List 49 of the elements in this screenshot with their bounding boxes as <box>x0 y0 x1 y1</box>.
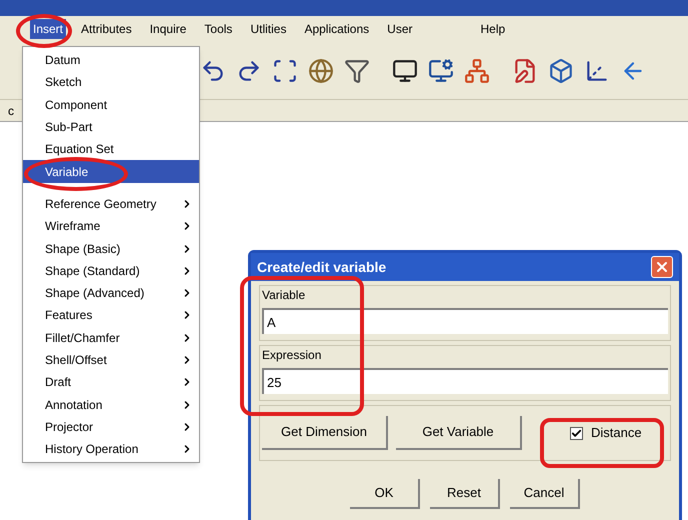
dialog-button[interactable]: Reset <box>430 479 500 509</box>
highlight-ring <box>16 14 72 48</box>
action-button[interactable]: Get Dimension <box>262 416 388 450</box>
menu-entry[interactable]: Shell/Offset <box>23 348 199 372</box>
field-label: Expression <box>262 347 322 364</box>
menu-entry[interactable]: Datum <box>23 49 199 72</box>
menu-entry[interactable]: History Operation <box>23 438 199 460</box>
action-button[interactable]: Get Variable <box>396 416 522 450</box>
menu-entry[interactable]: Reference Geometry <box>23 192 199 216</box>
check-icon <box>571 428 582 438</box>
menu-item[interactable]: Inquire <box>146 19 190 39</box>
menu-item[interactable]: Insert <box>30 19 66 39</box>
menu-item[interactable]: Help <box>478 19 508 39</box>
menu-entry[interactable]: Shape (Standard) <box>23 260 199 282</box>
monitor-icon[interactable] <box>428 58 454 84</box>
menu-entry[interactable]: Projector <box>23 416 199 438</box>
menu-entry[interactable]: Shape (Advanced) <box>23 282 199 304</box>
menu-item[interactable]: User <box>384 19 416 39</box>
menu-entry[interactable]: Sketch <box>23 71 199 94</box>
input-field[interactable]: 25 <box>262 368 668 394</box>
menu-entry[interactable]: Variable <box>23 160 199 183</box>
menu-entry[interactable]: Shape (Basic) <box>23 237 199 260</box>
dialog-title: Create/edit variable <box>257 258 386 276</box>
menu-entry[interactable]: Sub-Part <box>23 116 199 138</box>
cube-icon[interactable] <box>548 58 574 84</box>
distance-checkbox[interactable]: Distance <box>570 423 642 443</box>
menu-entry[interactable]: Draft <box>23 371 199 394</box>
field-label: Variable <box>262 287 306 304</box>
menu-item[interactable]: Tools <box>201 19 236 39</box>
sphere-icon[interactable] <box>308 58 334 84</box>
menu-entry[interactable]: Wireframe <box>23 215 199 238</box>
menu-entry[interactable]: Annotation <box>23 393 199 416</box>
menu-item[interactable]: Attributes <box>78 19 135 39</box>
menu-entry[interactable]: Equation Set <box>23 138 199 160</box>
menu-item[interactable]: Applications <box>301 19 372 39</box>
menu-entry[interactable]: Fillet/Chamfer <box>23 326 199 349</box>
dialog-button[interactable]: Cancel <box>510 479 580 509</box>
menu-entry[interactable]: Features <box>23 304 199 327</box>
network-icon[interactable] <box>464 58 490 84</box>
close-button[interactable] <box>651 256 673 278</box>
input-field[interactable]: A <box>262 308 668 334</box>
menu-item[interactable]: Utlities <box>247 19 290 39</box>
strip-label: c <box>8 102 14 120</box>
dialog-button[interactable]: OK <box>350 479 420 509</box>
close-icon <box>654 259 670 275</box>
menu-entry[interactable]: Component <box>23 94 199 116</box>
filter-icon[interactable] <box>344 58 370 84</box>
monitor-icon[interactable] <box>392 58 418 84</box>
checkbox[interactable] <box>570 426 583 440</box>
